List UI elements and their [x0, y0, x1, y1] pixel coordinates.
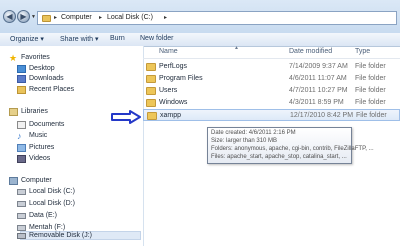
- drive-c-icon: [17, 189, 26, 195]
- file-row[interactable]: PerfLogs 7/14/2009 9:37 AM File folder: [143, 61, 400, 73]
- command-bar: Organize ▾ Share with ▾ Burn New folder: [0, 33, 400, 47]
- nav-desktop[interactable]: Desktop: [29, 65, 55, 72]
- breadcrumb-local-disk-c[interactable]: Local Disk (C:): [107, 14, 153, 21]
- new-folder-button[interactable]: New folder: [140, 35, 173, 42]
- nav-computer[interactable]: Computer: [21, 177, 52, 184]
- file-date: 4/7/2011 10:27 PM: [289, 87, 348, 94]
- column-type[interactable]: Type: [355, 48, 370, 55]
- file-date: 4/6/2011 11:07 AM: [289, 75, 347, 82]
- nav-local-disk-d[interactable]: Local Disk (D:): [29, 200, 75, 207]
- nav-favorites[interactable]: Favorites: [21, 54, 50, 61]
- file-type: File folder: [356, 112, 387, 119]
- removable-disk-icon: [17, 233, 26, 239]
- back-button[interactable]: ◀: [3, 10, 16, 23]
- pointer-arrow-icon: [111, 110, 141, 124]
- breadcrumb-separator-icon[interactable]: ▸: [54, 14, 57, 21]
- recent-places-icon: [17, 86, 26, 94]
- nav-removable-disk-j[interactable]: Removable Disk (J:): [29, 232, 92, 239]
- drive-d-icon: [17, 201, 26, 207]
- file-name: Windows: [159, 99, 188, 106]
- downloads-icon: [17, 75, 26, 83]
- file-date: 12/17/2010 8:42 PM: [290, 112, 354, 119]
- folder-icon: [146, 87, 156, 95]
- file-date: 4/3/2011 8:59 PM: [289, 99, 344, 106]
- share-with-menu[interactable]: Share with ▾: [60, 35, 99, 43]
- file-type: File folder: [355, 99, 386, 106]
- file-type: File folder: [355, 87, 386, 94]
- organize-menu[interactable]: Organize ▾: [10, 35, 44, 43]
- breadcrumb-separator-icon[interactable]: ▸: [164, 14, 167, 21]
- nav-mentah-f[interactable]: Mentah (F:): [29, 224, 65, 231]
- nav-downloads[interactable]: Downloads: [29, 75, 64, 82]
- pictures-icon: [17, 144, 26, 152]
- folder-icon: [146, 99, 156, 107]
- navigation-pane: ★ Favorites Desktop Downloads Recent Pla…: [0, 46, 144, 246]
- nav-data-e[interactable]: Data (E:): [29, 212, 57, 219]
- nav-pictures[interactable]: Pictures: [29, 144, 54, 151]
- tooltip-size: Size: larger than 310 MB: [211, 138, 278, 144]
- computer-folder-icon: [42, 15, 51, 22]
- breadcrumb-computer[interactable]: Computer: [61, 14, 92, 21]
- music-icon: ♪: [17, 131, 22, 141]
- tooltip-files: Files: apache_start, apache_stop, catali…: [211, 154, 347, 160]
- drive-f-icon: [17, 225, 26, 231]
- favorites-star-icon: ★: [9, 53, 18, 63]
- videos-icon: [17, 155, 26, 163]
- breadcrumb-separator-icon[interactable]: ▸: [99, 14, 102, 21]
- nav-videos[interactable]: Videos: [29, 155, 50, 162]
- address-box[interactable]: ▸ Computer ▸ Local Disk (C:) ▸: [37, 11, 397, 25]
- nav-local-disk-c[interactable]: Local Disk (C:): [29, 188, 75, 195]
- file-name: Users: [159, 87, 178, 94]
- file-type: File folder: [355, 63, 386, 70]
- file-row[interactable]: Users 4/7/2011 10:27 PM File folder: [143, 85, 400, 97]
- nav-recent-places[interactable]: Recent Places: [29, 86, 74, 93]
- folder-info-tooltip: Date created: 4/6/2011 2:16 PM Size: lar…: [207, 127, 374, 164]
- file-name: xampp: [160, 112, 182, 119]
- folder-icon: [147, 112, 157, 120]
- file-date: 7/14/2009 9:37 AM: [289, 63, 348, 70]
- file-row[interactable]: Program Files 4/6/2011 11:07 AM File fol…: [143, 73, 400, 85]
- recent-pages-dropdown-icon[interactable]: ▼: [31, 14, 36, 20]
- file-type: File folder: [355, 75, 386, 82]
- column-header-row: ▲ Name Date modified Type: [143, 45, 400, 59]
- desktop-icon: [17, 65, 26, 73]
- burn-button[interactable]: Burn: [110, 35, 125, 42]
- file-name: Program Files: [159, 75, 203, 82]
- folder-icon: [146, 63, 156, 71]
- tooltip-date-created: Date created: 4/6/2011 2:16 PM: [211, 130, 296, 136]
- nav-music[interactable]: Music: [29, 132, 47, 139]
- nav-libraries[interactable]: Libraries: [21, 108, 48, 115]
- folder-icon: [146, 75, 156, 83]
- tooltip-folders: Folders: anonymous, apache, cgi-bin, con…: [211, 146, 374, 152]
- drive-e-icon: [17, 213, 26, 219]
- column-name[interactable]: Name: [159, 48, 178, 55]
- column-date-modified[interactable]: Date modified: [289, 48, 332, 55]
- forward-button[interactable]: ▶: [17, 10, 30, 23]
- documents-icon: [17, 121, 26, 129]
- computer-icon: [9, 177, 18, 185]
- sort-ascending-icon: ▲: [234, 45, 239, 51]
- address-bar-area: ◀ ▶ ▼ ▸ Computer ▸ Local Disk (C:) ▸: [0, 0, 400, 33]
- file-row-hovered[interactable]: xampp 12/17/2010 8:42 PM File folder: [143, 109, 400, 121]
- file-name: PerfLogs: [159, 63, 188, 70]
- libraries-icon: [9, 108, 18, 116]
- nav-documents[interactable]: Documents: [29, 121, 64, 128]
- file-row[interactable]: Windows 4/3/2011 8:59 PM File folder: [143, 97, 400, 109]
